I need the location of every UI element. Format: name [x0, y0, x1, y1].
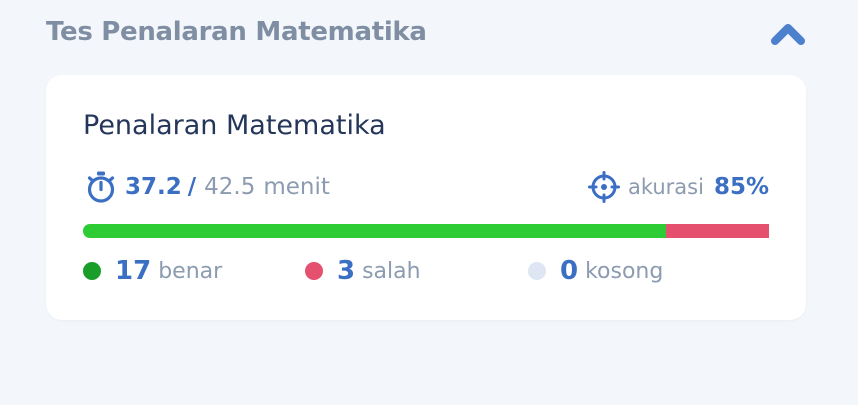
accuracy-label: akurasi	[627, 175, 704, 199]
section-header: Tes Penalaran Matematika	[46, 14, 808, 56]
correct-count: 17	[115, 256, 152, 286]
collapse-button[interactable]	[768, 16, 808, 50]
chevron-up-icon	[771, 24, 805, 45]
progress-segment-correct	[83, 224, 667, 238]
wrong-label: salah	[362, 258, 421, 284]
section-title: Tes Penalaran Matematika	[46, 17, 427, 47]
crosshair-icon	[587, 171, 620, 203]
result-card: Penalaran Matematika 37.2 / 42.5 menit a…	[46, 75, 806, 320]
empty-label: kosong	[585, 258, 664, 284]
progress-segment-wrong	[666, 224, 769, 238]
time-separator: /	[187, 174, 197, 200]
subtest-title: Penalaran Matematika	[83, 110, 386, 141]
wrong-dot	[305, 262, 323, 280]
stopwatch-icon	[87, 171, 115, 203]
empty-dot	[528, 262, 546, 280]
empty-count: 0	[560, 256, 579, 286]
time-unit: menit	[263, 174, 330, 200]
accuracy-value: 85%	[713, 174, 769, 200]
legend-empty: 0 kosong	[528, 253, 663, 289]
legend-wrong: 3 salah	[305, 253, 421, 289]
time-total: 42.5	[204, 174, 256, 200]
correct-label: benar	[158, 258, 223, 284]
correct-dot	[83, 262, 101, 280]
legend-correct: 17 benar	[83, 253, 222, 289]
accuracy-summary: akurasi 85%	[587, 169, 769, 205]
time-used: 37.2	[125, 174, 182, 200]
answer-progress-bar	[83, 224, 769, 238]
time-summary: 37.2 / 42.5 menit	[85, 169, 330, 205]
wrong-count: 3	[337, 256, 356, 286]
